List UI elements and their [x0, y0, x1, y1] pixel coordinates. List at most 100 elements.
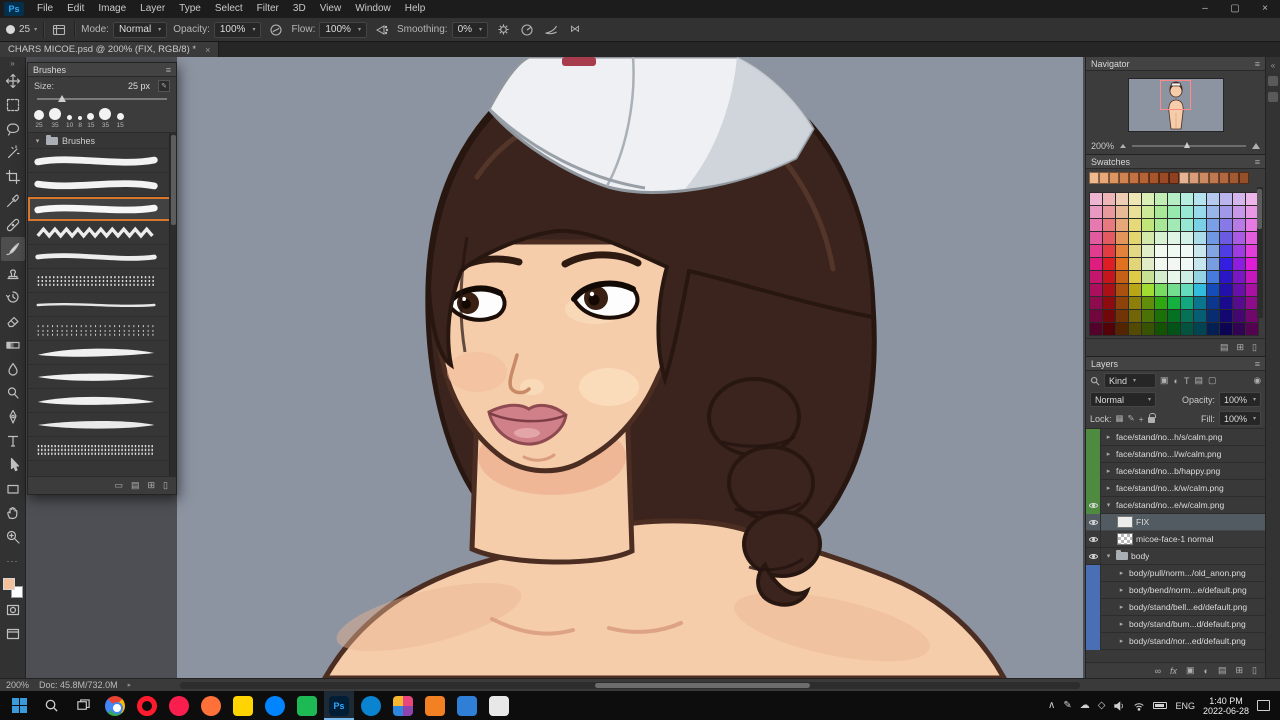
delete-swatch-icon[interactable]: ▯: [1252, 342, 1257, 353]
swatch[interactable]: [1142, 206, 1154, 218]
brush-angle-icon[interactable]: [518, 21, 536, 39]
swatch[interactable]: [1194, 310, 1206, 322]
layer-row[interactable]: ▸ face/stand/no...l/w/calm.png: [1086, 446, 1265, 463]
airbrush-icon[interactable]: [373, 21, 391, 39]
swatch[interactable]: [1233, 232, 1245, 244]
clone-stamp-tool[interactable]: [1, 261, 25, 285]
zoom-in-icon[interactable]: [1252, 143, 1260, 149]
brush-item[interactable]: [28, 173, 176, 197]
swatch[interactable]: [1168, 206, 1180, 218]
swatch[interactable]: [1168, 232, 1180, 244]
taskbar-search-button[interactable]: [36, 691, 66, 720]
eyedropper-tool[interactable]: [1, 189, 25, 213]
swatch[interactable]: [1168, 271, 1180, 283]
swatch[interactable]: [1189, 172, 1199, 184]
swatch[interactable]: [1220, 271, 1232, 283]
brush-size-slider[interactable]: [37, 98, 167, 100]
brush-preset[interactable]: 25: [34, 110, 44, 129]
visibility-toggle[interactable]: [1086, 531, 1101, 548]
swatch[interactable]: [1155, 193, 1167, 205]
swatch[interactable]: [1090, 258, 1102, 270]
taskbar-app-green[interactable]: [292, 691, 322, 720]
swatch[interactable]: [1207, 323, 1219, 335]
visibility-toggle[interactable]: [1086, 616, 1101, 633]
swatch[interactable]: [1229, 172, 1239, 184]
swatch[interactable]: [1207, 258, 1219, 270]
scrollbar-thumb[interactable]: [1257, 189, 1262, 229]
swatch[interactable]: [1142, 219, 1154, 231]
swatch[interactable]: [1194, 258, 1206, 270]
tab-close-icon[interactable]: ×: [205, 45, 210, 55]
path-selection-tool[interactable]: [1, 453, 25, 477]
swatch[interactable]: [1129, 206, 1141, 218]
toolbar-collapse-icon[interactable]: »: [10, 58, 14, 69]
layer-row[interactable]: ▸ body/stand/bum...d/default.png: [1086, 616, 1265, 633]
taskbar-app-bolt[interactable]: [228, 691, 258, 720]
layer-style-icon[interactable]: fx: [1170, 666, 1177, 676]
symmetry-icon[interactable]: ⋈: [566, 21, 584, 39]
status-chevron-icon[interactable]: ▸: [128, 681, 132, 689]
expand-arrow-icon[interactable]: ▾: [33, 137, 42, 145]
expand-arrow-icon[interactable]: ▸: [1117, 586, 1126, 594]
layer-row[interactable]: micoe-face-1 normal: [1086, 531, 1265, 548]
tool-preset-picker[interactable]: 25 ▾: [6, 24, 37, 35]
move-tool[interactable]: [1, 69, 25, 93]
dodge-tool[interactable]: [1, 381, 25, 405]
swatch[interactable]: [1194, 232, 1206, 244]
action-center-icon[interactable]: [1257, 700, 1270, 711]
swatch[interactable]: [1103, 323, 1115, 335]
swatch[interactable]: [1142, 297, 1154, 309]
swatch[interactable]: [1142, 271, 1154, 283]
expand-arrow-icon[interactable]: ▸: [1104, 467, 1113, 475]
layer-row[interactable]: ▸ body/bend/norm...e/default.png: [1086, 582, 1265, 599]
history-brush-tool[interactable]: [1, 285, 25, 309]
panel-menu-icon[interactable]: ≡: [1255, 359, 1260, 369]
swatch[interactable]: [1194, 323, 1206, 335]
swatch[interactable]: [1168, 323, 1180, 335]
visibility-toggle[interactable]: [1086, 514, 1101, 531]
swatch[interactable]: [1207, 271, 1219, 283]
swatch[interactable]: [1103, 271, 1115, 283]
swatch[interactable]: [1181, 232, 1193, 244]
swatch[interactable]: [1116, 284, 1128, 296]
menu-view[interactable]: View: [313, 0, 349, 18]
swatch[interactable]: [1155, 284, 1167, 296]
tray-cloud-icon[interactable]: ☁: [1080, 700, 1090, 711]
taskbar-app-edge[interactable]: [356, 691, 386, 720]
foreground-color-swatch[interactable]: [3, 578, 15, 590]
filter-toggle-icon[interactable]: ◉: [1254, 375, 1261, 386]
brush-edit-icon[interactable]: ✎: [158, 80, 170, 92]
brush-folder-row[interactable]: ▾ Brushes: [28, 133, 176, 149]
brush-item[interactable]: [28, 341, 176, 365]
blend-mode-select[interactable]: Normal ▾: [1090, 392, 1156, 407]
menu-window[interactable]: Window: [348, 0, 398, 18]
swatch[interactable]: [1194, 193, 1206, 205]
swatch[interactable]: [1129, 271, 1141, 283]
lasso-tool[interactable]: [1, 117, 25, 141]
swatch[interactable]: [1129, 232, 1141, 244]
swatch[interactable]: [1090, 219, 1102, 231]
swatch[interactable]: [1116, 297, 1128, 309]
swatch[interactable]: [1119, 172, 1129, 184]
brush-item[interactable]: [28, 413, 176, 437]
brush-preset[interactable]: 15: [87, 113, 94, 129]
menu-file[interactable]: File: [30, 0, 60, 18]
swatch[interactable]: [1116, 323, 1128, 335]
swatch[interactable]: [1194, 219, 1206, 231]
layer-row[interactable]: ▸ body/pull/norm.../old_anon.png: [1086, 565, 1265, 582]
swatch[interactable]: [1181, 271, 1193, 283]
zoom-level-readout[interactable]: 200%: [6, 680, 29, 690]
expand-arrow-icon[interactable]: ▸: [1117, 637, 1126, 645]
swatch[interactable]: [1159, 172, 1169, 184]
type-filter-icon[interactable]: T: [1184, 376, 1190, 386]
navigator-zoom-value[interactable]: 200%: [1091, 141, 1114, 151]
pen-tool[interactable]: [1, 405, 25, 429]
taskbar-app-orange[interactable]: [420, 691, 450, 720]
layer-thumbnail[interactable]: [1117, 516, 1133, 528]
swatch[interactable]: [1090, 271, 1102, 283]
brush-preset[interactable]: 10: [66, 115, 73, 129]
swatch[interactable]: [1142, 193, 1154, 205]
crop-tool[interactable]: [1, 165, 25, 189]
swatch[interactable]: [1233, 297, 1245, 309]
swatch[interactable]: [1168, 310, 1180, 322]
